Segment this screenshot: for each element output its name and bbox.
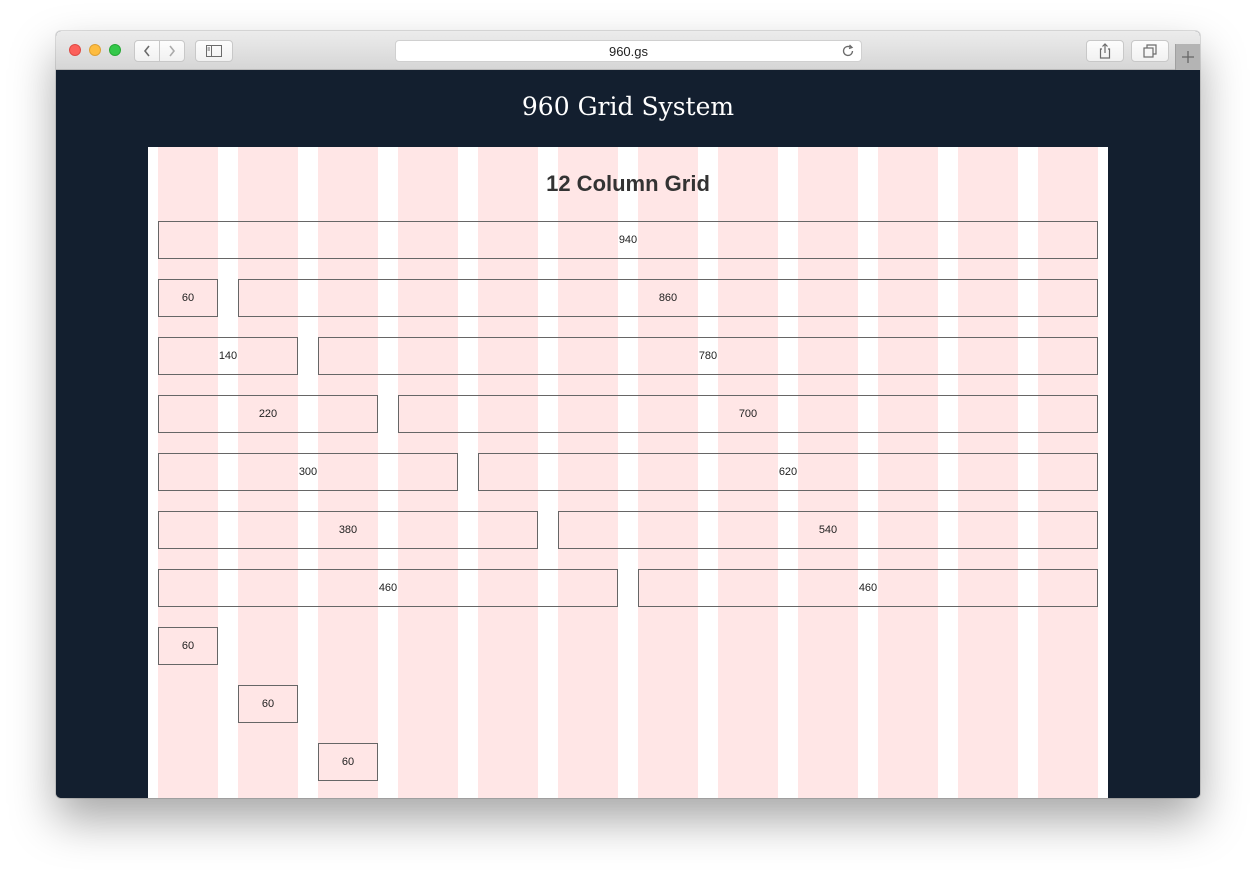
grid-box: 460 — [158, 569, 618, 607]
grid-box: 380 — [158, 511, 538, 549]
grid-box: 460 — [638, 569, 1098, 607]
maximize-window-button[interactable] — [109, 44, 121, 56]
grid-box: 60 — [238, 685, 298, 723]
site-title: 960 Grid System — [521, 92, 735, 121]
grid-box: 140 — [158, 337, 298, 375]
sidebar-icon — [206, 45, 222, 57]
close-window-button[interactable] — [69, 44, 81, 56]
chevron-left-icon — [142, 44, 152, 58]
share-button[interactable] — [1086, 40, 1124, 62]
minimize-window-button[interactable] — [89, 44, 101, 56]
address-bar[interactable]: 960.gs — [395, 40, 862, 62]
page-content: 960 Grid System 12 Column Grid 940 60 860 1… — [56, 70, 1200, 798]
back-button[interactable] — [134, 40, 160, 62]
grid-box: 220 — [158, 395, 378, 433]
sidebar-button[interactable] — [195, 40, 233, 62]
tabs-overview-button[interactable] — [1131, 40, 1169, 62]
grid-box: 860 — [238, 279, 1098, 317]
new-tab-button[interactable] — [1175, 44, 1200, 70]
grid-box: 60 — [158, 627, 218, 665]
grid-box: 780 — [318, 337, 1098, 375]
page-heading: 12 Column Grid — [546, 171, 710, 196]
tabs-overview-icon — [1143, 44, 1157, 58]
grid-box: 620 — [478, 453, 1098, 491]
grid-box: 700 — [398, 395, 1098, 433]
grid-box: 300 — [158, 453, 458, 491]
browser-window: 960.gs 960 Grid System 12 Column Grid 94… — [56, 31, 1200, 798]
grid-box: 540 — [558, 511, 1098, 549]
reload-icon[interactable] — [841, 44, 855, 61]
grid-container: 12 Column Grid 940 60 860 140 780 220 700 300 62… — [148, 147, 1108, 798]
url-text: 960.gs — [608, 43, 649, 59]
grid-box: 940 — [158, 221, 1098, 259]
forward-button[interactable] — [159, 40, 185, 62]
grid-box: 60 — [158, 279, 218, 317]
browser-toolbar: 960.gs — [56, 31, 1200, 70]
grid-box: 60 — [318, 743, 378, 781]
chevron-right-icon — [167, 44, 177, 58]
plus-icon — [1182, 47, 1194, 68]
share-icon — [1098, 43, 1112, 59]
